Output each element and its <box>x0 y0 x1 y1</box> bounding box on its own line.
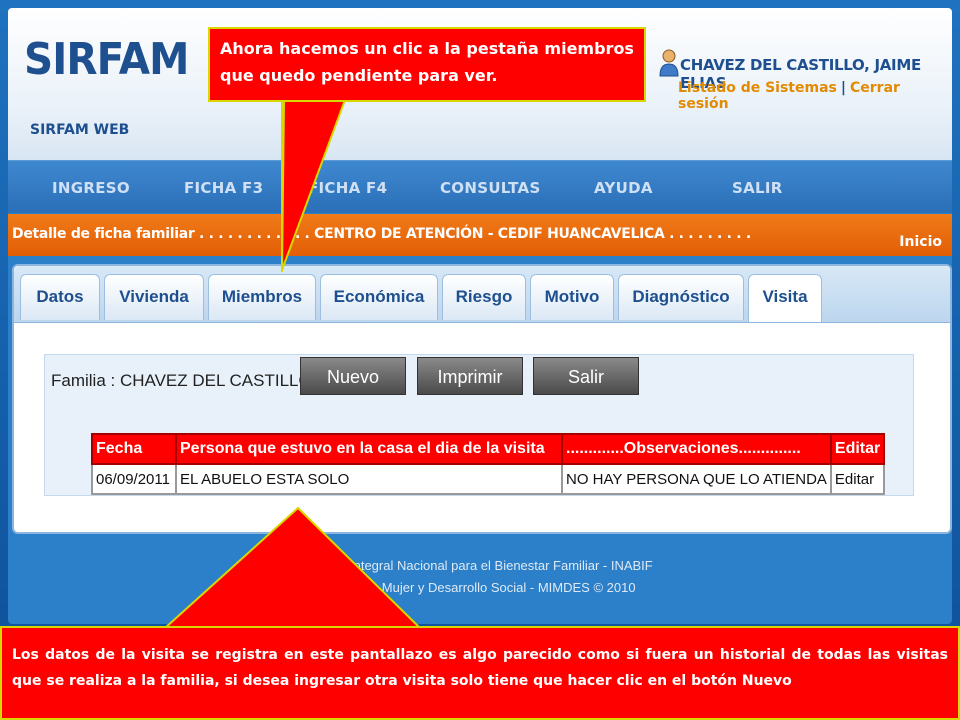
bottom-callout: Los datos de la visita se registra en es… <box>0 626 960 720</box>
callout-pointers <box>162 99 423 629</box>
top-callout-pointer-body <box>281 99 347 271</box>
top-callout: Ahora hacemos un clic a la pestaña miemb… <box>208 27 646 102</box>
bottom-callout-pointer <box>162 506 423 629</box>
